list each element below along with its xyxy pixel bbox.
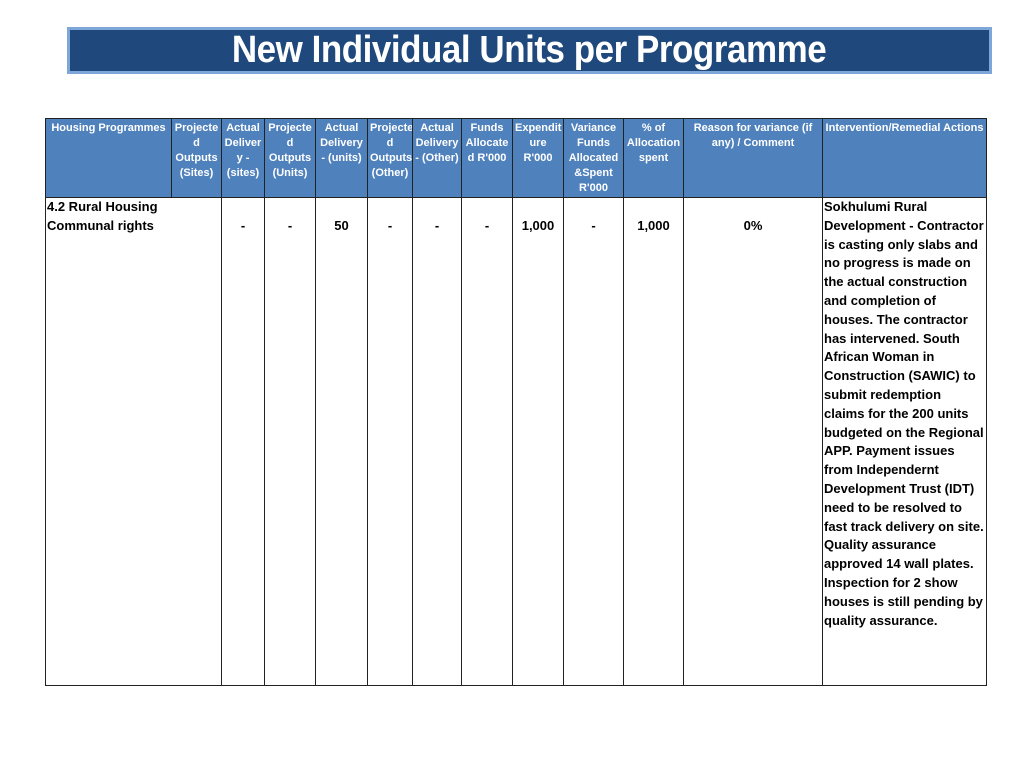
cell-actual-delivery-sites: - bbox=[221, 197, 265, 686]
header-intervention: Intervention/Remedial Actions bbox=[822, 118, 987, 198]
header-actual-delivery-units: Actual Delivery - (units) bbox=[315, 118, 368, 198]
header-actual-delivery-other: Actual Delivery - (Other) bbox=[412, 118, 462, 198]
cell-expenditure: 1,000 bbox=[512, 197, 564, 686]
cell-programme: 4.2 Rural Housing Communal rights bbox=[45, 197, 222, 686]
cell-variance: - bbox=[563, 197, 624, 686]
header-actual-delivery-sites: Actual Deliver y - (sites) bbox=[221, 118, 265, 198]
table-row: 4.2 Rural Housing Communal rights - - 50… bbox=[45, 197, 987, 686]
header-funds-allocated: Funds Allocate d R'000 bbox=[461, 118, 513, 198]
header-projected-outputs-sites: Projecte d Outputs (Sites) bbox=[171, 118, 222, 198]
page-title: New Individual Units per Programme bbox=[232, 29, 827, 71]
header-reason-for-variance: Reason for variance (if any) / Comment bbox=[683, 118, 823, 198]
header-housing-programmes: Housing Programmes bbox=[45, 118, 172, 198]
cell-intervention: Sokhulumi Rural Development - Contractor… bbox=[822, 197, 987, 686]
header-projected-outputs-units: Projecte d Outputs (Units) bbox=[264, 118, 316, 198]
cell-reason-for-variance: 0% bbox=[683, 197, 823, 686]
cell-projected-outputs-units: - bbox=[264, 197, 316, 686]
cell-actual-delivery-units: 50 bbox=[315, 197, 368, 686]
cell-pct-allocation-spent: 1,000 bbox=[623, 197, 684, 686]
cell-actual-delivery-other: - bbox=[412, 197, 462, 686]
header-variance: Variance Funds Allocated &Spent R'000 bbox=[563, 118, 624, 198]
cell-projected-outputs-other: - bbox=[367, 197, 413, 686]
table-header-row: Housing Programmes Projecte d Outputs (S… bbox=[45, 118, 987, 198]
title-banner: New Individual Units per Programme bbox=[67, 27, 992, 74]
header-expenditure: Expendit ure R'000 bbox=[512, 118, 564, 198]
cell-funds-allocated: - bbox=[461, 197, 513, 686]
header-pct-allocation-spent: % of Allocation spent bbox=[623, 118, 684, 198]
header-projected-outputs-other: Projecte d Outputs (Other) bbox=[367, 118, 413, 198]
programme-table: Housing Programmes Projecte d Outputs (S… bbox=[45, 118, 987, 686]
